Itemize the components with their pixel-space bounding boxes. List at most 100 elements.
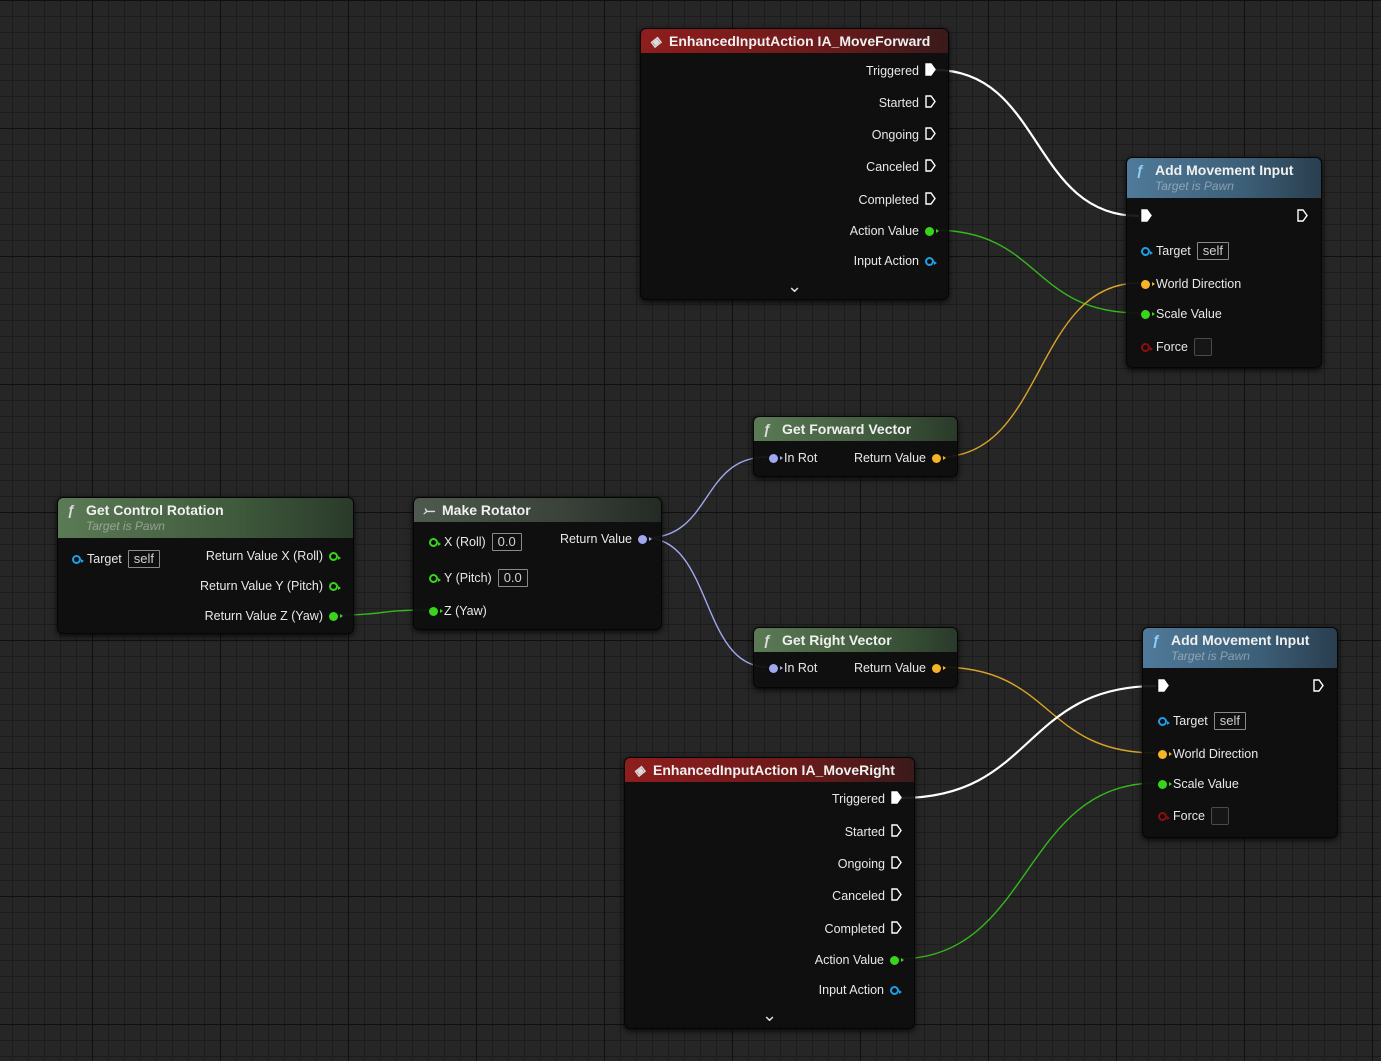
pin-return-value[interactable]: Return Value (560, 530, 652, 548)
exec-pin-icon[interactable] (891, 824, 902, 840)
rotator-pin-icon[interactable] (769, 663, 783, 673)
vector-wire[interactable] (939, 666, 1157, 754)
exec-pin-icon[interactable] (891, 856, 902, 872)
node-header[interactable]: ƒ Get Control Rotation Target is Pawn (58, 498, 353, 538)
vector-pin-icon[interactable] (1158, 749, 1172, 759)
node-make-rot[interactable]: ⤚ Make Rotator X (Roll) 0.0 Y (Pitch) 0.0 Z (… (413, 497, 662, 630)
pin-completed[interactable]: Completed (825, 920, 902, 938)
node-add-move-2[interactable]: ƒ Add Movement Input Target is Pawn Target… (1142, 627, 1338, 838)
force-checkbox[interactable] (1193, 338, 1212, 356)
exec-pin-icon[interactable] (925, 127, 936, 143)
object-pin-icon[interactable] (72, 554, 84, 564)
pin-x-roll[interactable]: X (Roll) 0.0 (429, 533, 522, 551)
pin-scale-value[interactable]: Scale Value (1141, 305, 1222, 323)
float-wire[interactable] (932, 229, 1140, 314)
pin-canceled[interactable]: Canceled (866, 158, 936, 176)
pin-world-direction[interactable]: World Direction (1141, 275, 1241, 293)
vector-wire[interactable] (939, 282, 1140, 458)
pin-completed[interactable]: Completed (859, 191, 936, 209)
float-wire[interactable] (897, 782, 1157, 960)
pin-action-value[interactable]: Action Value (850, 222, 939, 240)
pin-force[interactable]: Force (1141, 338, 1212, 356)
pin-return-value-z-yaw[interactable]: Return Value Z (Yaw) (205, 607, 343, 625)
pin-triggered[interactable]: Triggered (832, 790, 902, 808)
pin-in-rot[interactable]: In Rot (769, 449, 817, 467)
pin-input-action[interactable]: Input Action (854, 252, 937, 270)
float-pin-icon[interactable] (329, 611, 343, 621)
default-value-field[interactable]: 0.0 (491, 533, 522, 551)
force-checkbox[interactable] (1210, 807, 1229, 825)
float-pin-icon[interactable] (429, 606, 443, 616)
exec-pin-icon[interactable] (1141, 209, 1152, 225)
float-pin-icon[interactable] (329, 581, 341, 591)
float-pin-icon[interactable] (429, 573, 441, 583)
pin-started[interactable]: Started (845, 823, 902, 841)
node-fwd-vec[interactable]: ƒ Get Forward Vector In Rot Return Value (753, 416, 958, 477)
node-header[interactable]: ◈ EnhancedInputAction IA_MoveRight (625, 758, 914, 782)
node-add-move-1[interactable]: ƒ Add Movement Input Target is Pawn Target… (1126, 157, 1322, 368)
exec-wire[interactable] (900, 684, 1157, 800)
exec-pin-icon[interactable] (925, 63, 936, 79)
node-header[interactable]: ƒ Add Movement Input Target is Pawn (1143, 628, 1337, 668)
exec-pin-icon[interactable] (925, 95, 936, 111)
node-header[interactable]: ⤚ Make Rotator (414, 498, 661, 522)
default-value-field[interactable]: self (1196, 242, 1229, 260)
default-value-field[interactable]: self (127, 550, 160, 568)
pin-in-rot[interactable]: In Rot (769, 659, 817, 677)
default-value-field[interactable]: 0.0 (497, 569, 528, 587)
node-header[interactable]: ƒ Get Right Vector (754, 628, 957, 652)
vector-pin-icon[interactable] (932, 663, 946, 673)
pin-ongoing[interactable]: Ongoing (872, 126, 936, 144)
pin-started[interactable]: Started (879, 94, 936, 112)
pin-y-pitch[interactable]: Y (Pitch) 0.0 (429, 569, 528, 587)
exec-pin-icon[interactable] (925, 192, 936, 208)
pin-triggered[interactable]: Triggered (866, 62, 936, 80)
rotator-wire[interactable] (645, 456, 768, 539)
pin-return-value[interactable]: Return Value (854, 659, 946, 677)
pin-z-yaw[interactable]: Z (Yaw) (429, 602, 487, 620)
pin-exec-out[interactable] (1297, 208, 1308, 226)
node-header[interactable]: ƒ Get Forward Vector (754, 417, 957, 441)
exec-pin-icon[interactable] (1313, 679, 1324, 695)
default-value-field[interactable]: self (1213, 712, 1246, 730)
vector-pin-icon[interactable] (1141, 279, 1155, 289)
float-pin-icon[interactable] (1141, 309, 1155, 319)
pin-exec-in[interactable] (1141, 208, 1152, 226)
pin-exec-in[interactable] (1158, 678, 1169, 696)
node-move-forward[interactable]: ◈ EnhancedInputAction IA_MoveForward Trig… (640, 28, 949, 300)
pin-return-value[interactable]: Return Value (854, 449, 946, 467)
pin-input-action[interactable]: Input Action (819, 981, 902, 999)
bool-pin-icon[interactable] (1158, 811, 1170, 821)
pin-action-value[interactable]: Action Value (815, 951, 904, 969)
bool-pin-icon[interactable] (1141, 342, 1153, 352)
object-pin-icon[interactable] (1158, 716, 1170, 726)
exec-pin-icon[interactable] (891, 921, 902, 937)
pin-target[interactable]: Target self (1141, 242, 1229, 260)
exec-wire[interactable] (934, 68, 1140, 218)
node-move-right[interactable]: ◈ EnhancedInputAction IA_MoveRight Trigge… (624, 757, 915, 1029)
pin-world-direction[interactable]: World Direction (1158, 745, 1258, 763)
pin-target[interactable]: Target self (1158, 712, 1246, 730)
vector-pin-icon[interactable] (932, 453, 946, 463)
expand-chevron-icon[interactable]: ⌄ (787, 276, 802, 297)
expand-chevron-icon[interactable]: ⌄ (762, 1005, 777, 1026)
exec-pin-icon[interactable] (1158, 679, 1169, 695)
float-pin-icon[interactable] (1158, 779, 1172, 789)
pin-return-value-y-pitch[interactable]: Return Value Y (Pitch) (200, 577, 341, 595)
pin-canceled[interactable]: Canceled (832, 887, 902, 905)
float-pin-icon[interactable] (429, 537, 441, 547)
node-right-vec[interactable]: ƒ Get Right Vector In Rot Return Value (753, 627, 958, 688)
node-ctrl-rot[interactable]: ƒ Get Control Rotation Target is Pawn Targ… (57, 497, 354, 634)
node-header[interactable]: ◈ EnhancedInputAction IA_MoveForward (641, 29, 948, 53)
node-header[interactable]: ƒ Add Movement Input Target is Pawn (1127, 158, 1321, 198)
object-pin-icon[interactable] (1141, 246, 1153, 256)
exec-pin-icon[interactable] (1297, 209, 1308, 225)
pin-exec-out[interactable] (1313, 678, 1324, 696)
rotator-pin-icon[interactable] (638, 534, 652, 544)
float-pin-icon[interactable] (329, 551, 341, 561)
pin-ongoing[interactable]: Ongoing (838, 855, 902, 873)
float-pin-icon[interactable] (925, 226, 939, 236)
exec-pin-icon[interactable] (891, 888, 902, 904)
rotator-wire[interactable] (645, 537, 768, 668)
pin-scale-value[interactable]: Scale Value (1158, 775, 1239, 793)
